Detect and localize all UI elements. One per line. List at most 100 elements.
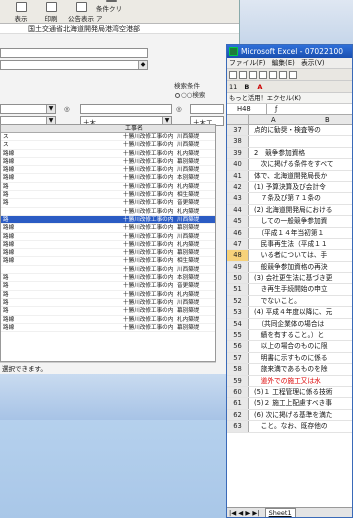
sheet-row[interactable]: 37 点的に勧奨・検査等の: [227, 125, 352, 137]
sheet-row[interactable]: 63 こと。なお、既存他の: [227, 421, 352, 433]
cell-text[interactable]: ７条及び第７１条の: [254, 193, 321, 204]
font-color-button[interactable]: A: [257, 83, 262, 91]
excel-title-bar[interactable]: Microsoft Excel - 07022100: [227, 45, 352, 58]
search-condition-radio[interactable]: ○○検索: [174, 89, 205, 99]
row-number[interactable]: 54: [227, 318, 249, 330]
table-row[interactable]: 路 十勝川改修工事の内 音更築堤: [1, 199, 215, 208]
sheet-row[interactable]: 39 2 競争参加資格: [227, 147, 352, 160]
cell-text[interactable]: 般競争参加資格の再決: [254, 262, 328, 273]
menu-file[interactable]: ファイル(F): [229, 59, 265, 67]
search-go-icon[interactable]: ◆: [138, 61, 147, 69]
row-number[interactable]: 57: [227, 352, 249, 364]
keyword-input[interactable]: [0, 48, 148, 58]
table-row[interactable]: 路 十勝川改修工事の内 音更築堤: [1, 282, 215, 291]
table-row[interactable]: 路線 十勝川改修工事の内 札内築堤: [1, 150, 215, 158]
results-grid[interactable]: 工事名 ス十勝川改修工事の内 川西築堤ス十勝川改修工事の内 川西築堤 路線 十勝川改修工…: [0, 124, 216, 362]
category-select[interactable]: ▼: [0, 104, 56, 114]
cell-text[interactable]: 次に掲げる条件をすべて: [254, 159, 334, 170]
row-number[interactable]: 61: [227, 398, 249, 409]
sheet-row[interactable]: 45 しての一般競争参加資: [227, 216, 352, 228]
sheet-row[interactable]: 62 (6) 次に掲げる基準を満た: [227, 409, 352, 422]
row-number[interactable]: 56: [227, 341, 249, 352]
row-number[interactable]: 45: [227, 216, 249, 227]
row-number[interactable]: 55: [227, 330, 249, 341]
row-number[interactable]: 58: [227, 364, 249, 375]
sheet-row[interactable]: 38: [227, 136, 352, 148]
bold-button[interactable]: B: [244, 83, 249, 91]
row-number[interactable]: 59: [227, 375, 249, 386]
row-number[interactable]: 46: [227, 227, 249, 238]
sheet-row[interactable]: 60 (5)１ 工程管理に係る技術: [227, 386, 352, 399]
table-row[interactable]: 路 十勝川改修工事の内 川西築堤: [1, 299, 215, 308]
cell-text[interactable]: (1) 予算決算及び会計令: [254, 182, 326, 193]
cell-text[interactable]: （共同企業体の場合は: [254, 319, 325, 330]
table-row[interactable]: 路線 十勝川改修工事の内 札内築堤: [1, 316, 215, 324]
menu-view[interactable]: 表示(V): [301, 59, 325, 67]
row-number[interactable]: 60: [227, 386, 249, 398]
row-number[interactable]: 41: [227, 170, 249, 181]
table-row[interactable]: 路 十勝川改修工事の内 川西築堤: [1, 215, 215, 225]
table-row[interactable]: 路線 十勝川改修工事の内 幕別築堤: [1, 324, 215, 333]
cell-text[interactable]: (3) 会社更生法に基づき更: [254, 273, 332, 284]
cell-text[interactable]: 体で、北海道開発局長か: [254, 171, 327, 182]
value-input[interactable]: [80, 104, 172, 114]
row-number[interactable]: 49: [227, 261, 249, 273]
cell-text[interactable]: (5)１ 工程管理に係る技術: [254, 387, 332, 398]
table-row[interactable]: 路 十勝川改修工事の内 相生築堤: [1, 191, 215, 200]
sheet-row[interactable]: 44 (2) 北海道開発局における: [227, 204, 352, 217]
sheet-row[interactable]: 48 いる者については、手: [227, 250, 352, 262]
sheet-row[interactable]: 55 績を有すること。）と: [227, 330, 352, 342]
cell-text[interactable]: でないこと。: [254, 296, 301, 307]
table-row[interactable]: 路線 十勝川改修工事の内 幕別築堤: [1, 224, 215, 233]
sheet-row[interactable]: 41 体で、北海道開発局長か: [227, 170, 352, 182]
table-row[interactable]: 路線 十勝川改修工事の内 川西築堤: [1, 166, 215, 175]
permission-icon[interactable]: [259, 70, 267, 79]
print-button[interactable]: 印刷: [36, 1, 66, 23]
cell-text[interactable]: 道外での施工又は水: [254, 376, 321, 387]
table-row[interactable]: 路線 十勝川改修工事の内 川西築堤: [1, 233, 215, 241]
save-icon[interactable]: [249, 70, 257, 79]
table-row[interactable]: 路 十勝川改修工事の内 幕別築堤: [1, 307, 215, 316]
sheet-row[interactable]: 57 明書に示すものに係る: [227, 352, 352, 365]
sheet-rows[interactable]: 37 点的に勧奨・検査等の 38 39 2 競争参加資格 40 次に掲げる条件をすべて 41…: [227, 125, 352, 433]
sheet-row[interactable]: 53 (4) 平成４年度以降に、元: [227, 307, 352, 319]
cell-text[interactable]: しての一般競争参加資: [254, 216, 328, 227]
sheet-row[interactable]: 40 次に掲げる条件をすべて: [227, 159, 352, 171]
cell-text[interactable]: 以上の場合のものに限: [254, 341, 328, 352]
view-button[interactable]: 表示: [6, 1, 36, 23]
table-row[interactable]: 路 十勝川改修工事の内 本別築堤: [1, 274, 215, 283]
cell-text[interactable]: 点的に勧奨・検査等の: [254, 125, 321, 136]
print-icon[interactable]: [279, 70, 287, 79]
row-number[interactable]: 48: [227, 250, 249, 261]
row-number[interactable]: 52: [227, 295, 249, 307]
excel-more-link[interactable]: もっと活用！エクセル(K): [229, 95, 301, 102]
table-row[interactable]: ス 十勝川改修工事の内 川西築堤: [1, 133, 215, 142]
name-box[interactable]: H48: [227, 104, 267, 114]
row-number[interactable]: 50: [227, 273, 249, 284]
font-size-box[interactable]: 11: [229, 83, 237, 91]
open-icon[interactable]: [239, 70, 247, 79]
cell-text[interactable]: (6) 次に掲げる基準を満た: [254, 410, 332, 421]
row-number[interactable]: 43: [227, 193, 249, 204]
chevron-down-icon[interactable]: ▼: [46, 105, 55, 113]
radio-icon[interactable]: [175, 92, 180, 98]
row-number[interactable]: 38: [227, 136, 249, 147]
cell-text[interactable]: (2) 北海道開発局における: [254, 205, 332, 216]
excel-window[interactable]: Microsoft Excel - 07022100 ファイル(F) 編集(E)…: [226, 44, 353, 518]
cell-text[interactable]: き再生手続開始の申立: [254, 284, 328, 295]
new-icon[interactable]: [229, 70, 237, 79]
row-number[interactable]: 63: [227, 421, 249, 432]
cell-text[interactable]: 明書に示すものに係る: [254, 353, 328, 364]
sheet-row[interactable]: 54 （共同企業体の場合は: [227, 318, 352, 331]
sheet-row[interactable]: 46 （平成１４年当初第１: [227, 227, 352, 239]
row-number[interactable]: 53: [227, 307, 249, 318]
menu-edit[interactable]: 編集(E): [272, 59, 295, 67]
preview-icon[interactable]: [289, 70, 297, 79]
sheet-row[interactable]: 52 でないこと。: [227, 295, 352, 308]
search-input[interactable]: ◆: [0, 60, 148, 70]
row-number[interactable]: 44: [227, 204, 249, 216]
cell-text[interactable]: 旅来満であるものを除: [254, 364, 328, 375]
sheet-row[interactable]: 58 旅来満であるものを除: [227, 364, 352, 376]
cell-text[interactable]: こと。なお、既存他の: [254, 421, 328, 432]
sheet-tab-sheet1[interactable]: Sheet1: [264, 508, 296, 517]
